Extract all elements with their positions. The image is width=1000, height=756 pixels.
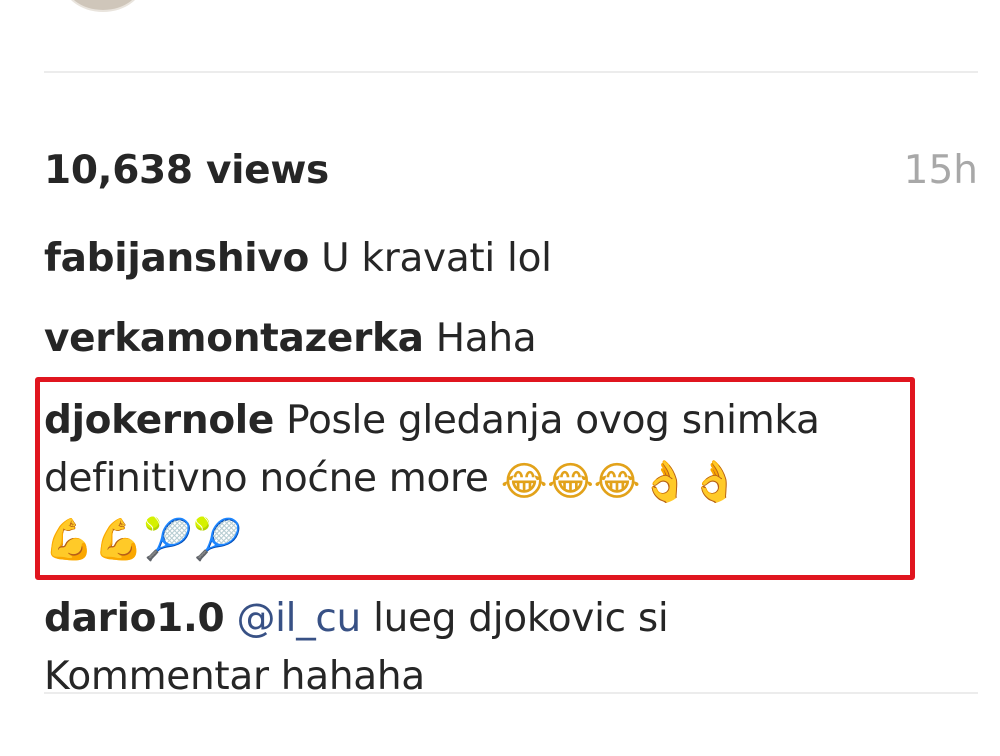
comment-username[interactable]: djokernole [44, 398, 274, 443]
divider [44, 692, 978, 694]
flexed-biceps-emoji-icon: 💪 [93, 517, 144, 563]
comments-list: fabijanshivo U kravati lol verkamontazer… [0, 238, 1000, 694]
post-timestamp[interactable]: 15h [904, 147, 978, 195]
view-count: 10,638 views [44, 148, 329, 193]
ok-hand-emoji-icon: 👌 [689, 459, 740, 505]
comment-username[interactable]: verkamontazerka [44, 316, 424, 361]
flexed-biceps-emoji-icon: 💪 [44, 517, 94, 563]
list-item: fabijanshivo U kravati lol [44, 238, 904, 288]
list-item: dario1.0 @il_cu lueg djokovic si Komment… [44, 590, 904, 694]
avatar[interactable] [62, 0, 144, 12]
comment-username[interactable]: dario1.0 [44, 596, 225, 641]
comment-text: U kravati lol [321, 238, 552, 281]
list-item: verkamontazerka Haha [44, 310, 904, 368]
comment-mention-link[interactable]: @il_cu [236, 596, 361, 641]
tennis-emoji-icon: 🎾 [192, 517, 243, 563]
tears-of-joy-emoji-icon: 😂 [593, 459, 641, 505]
tennis-emoji-icon: 🎾 [143, 517, 193, 563]
tears-of-joy-emoji-icon: 😂 [500, 459, 548, 505]
comment-text: Haha [435, 316, 537, 361]
list-item: djokernole Posle gledanja ovog snimka de… [44, 392, 904, 566]
divider [44, 71, 978, 73]
ok-hand-emoji-icon: 👌 [640, 459, 690, 505]
tears-of-joy-emoji-icon: 😂 [547, 459, 594, 505]
comment-username[interactable]: fabijanshivo [44, 238, 309, 281]
